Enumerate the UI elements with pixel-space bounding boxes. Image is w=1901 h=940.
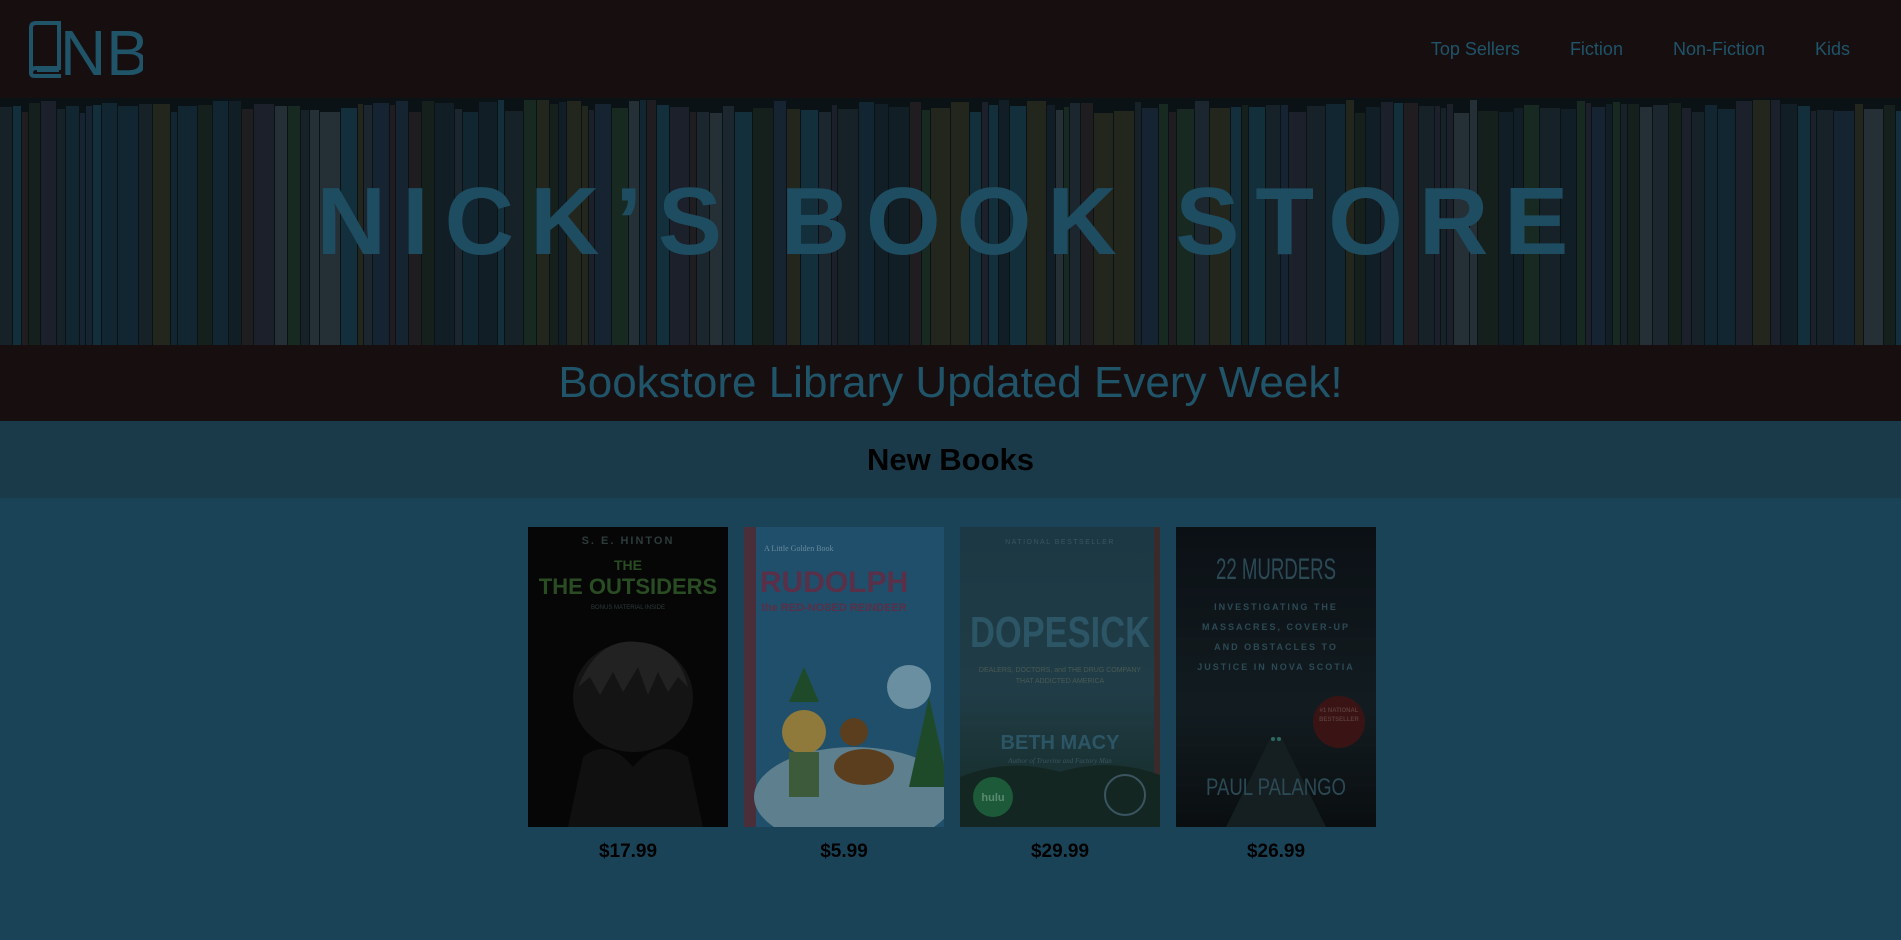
svg-text:DOPESICK: DOPESICK <box>970 608 1150 657</box>
svg-text:PAUL PALANGO: PAUL PALANGO <box>1206 774 1346 801</box>
nav-top-sellers[interactable]: Top Sellers <box>1431 39 1520 60</box>
svg-text:Author of Truevine and Factory: Author of Truevine and Factory Man <box>1007 757 1112 765</box>
svg-text:A Little Golden Book: A Little Golden Book <box>764 544 834 553</box>
svg-text:THE OUTSIDERS: THE OUTSIDERS <box>539 574 717 599</box>
book-card[interactable]: NATIONAL BESTSELLER DOPESICK DEALERS, DO… <box>960 527 1160 863</box>
store-title: NICK’S BOOK STORE <box>316 167 1585 275</box>
svg-text:the RED-NOSED REINDEER: the RED-NOSED REINDEER <box>761 602 907 614</box>
top-bar: NB Top Sellers Fiction Non-Fiction Kids <box>0 0 1901 98</box>
svg-text:BONUS MATERIAL INSIDE: BONUS MATERIAL INSIDE <box>591 605 665 611</box>
logo-text: NB <box>60 20 143 78</box>
book-price: $29.99 <box>1030 841 1090 862</box>
main-nav: Top Sellers Fiction Non-Fiction Kids <box>1431 0 1850 98</box>
new-books-header: New Books <box>0 421 1901 498</box>
svg-text:hulu: hulu <box>981 792 1004 804</box>
book-price: $17.99 <box>598 841 658 862</box>
svg-text:22 MURDERS: 22 MURDERS <box>1216 553 1336 586</box>
svg-text:S. E. HINTON: S. E. HINTON <box>582 535 675 547</box>
book-cover-22-murders[interactable]: 22 MURDERS INVESTIGATING THE MASSACRES, … <box>1176 527 1376 827</box>
hero-banner: NICK’S BOOK STORE <box>0 98 1901 345</box>
svg-text:NATIONAL BESTSELLER: NATIONAL BESTSELLER <box>1005 539 1115 546</box>
book-cover-outsiders[interactable]: S. E. HINTON THE THE OUTSIDERS BONUS MAT… <box>528 527 728 827</box>
book-cover-rudolph[interactable]: A Little Golden Book RUDOLPH the RED-NOS… <box>744 527 944 827</box>
nav-non-fiction[interactable]: Non-Fiction <box>1673 39 1765 60</box>
nav-kids[interactable]: Kids <box>1815 39 1850 60</box>
book-price: $26.99 <box>1246 841 1306 862</box>
tagline: Bookstore Library Updated Every Week! <box>558 358 1343 407</box>
svg-text:RUDOLPH: RUDOLPH <box>760 566 908 599</box>
book-grid: S. E. HINTON THE THE OUTSIDERS BONUS MAT… <box>528 527 1376 863</box>
section-title: New Books <box>866 441 1035 477</box>
nav-fiction[interactable]: Fiction <box>1570 39 1623 60</box>
logo[interactable]: NB <box>27 20 143 78</box>
book-price: $5.99 <box>820 841 868 862</box>
cover-text-the: THE <box>614 557 642 573</box>
svg-text:BETH MACY: BETH MACY <box>1001 732 1121 754</box>
book-card[interactable]: S. E. HINTON THE THE OUTSIDERS BONUS MAT… <box>528 527 728 863</box>
book-icon <box>29 21 61 78</box>
book-card[interactable]: A Little Golden Book RUDOLPH the RED-NOS… <box>744 527 944 863</box>
book-cover-dopesick[interactable]: NATIONAL BESTSELLER DOPESICK DEALERS, DO… <box>960 527 1160 827</box>
tagline-bar: Bookstore Library Updated Every Week! <box>0 345 1901 421</box>
book-card[interactable]: 22 MURDERS INVESTIGATING THE MASSACRES, … <box>1176 527 1376 863</box>
